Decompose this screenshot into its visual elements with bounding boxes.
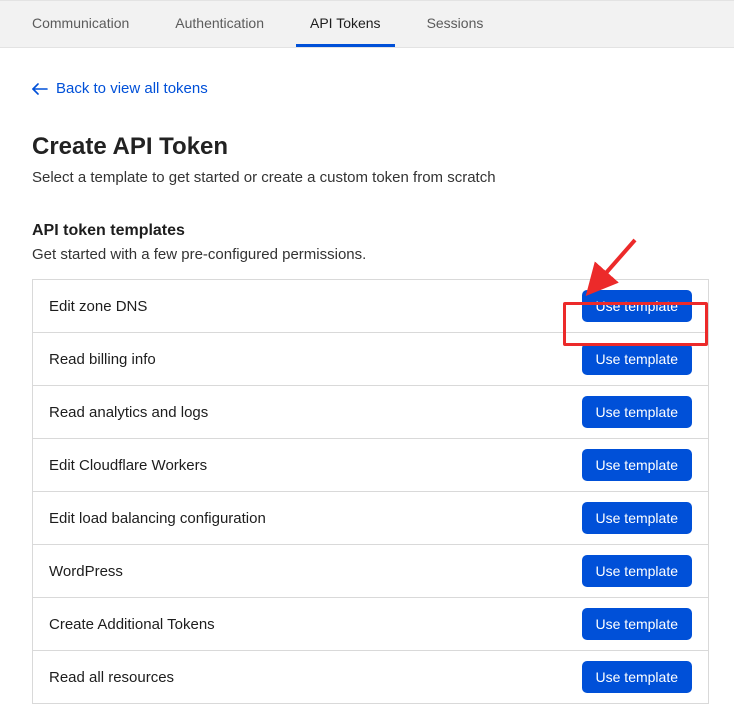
template-row: Read billing info Use template — [33, 333, 708, 386]
use-template-button[interactable]: Use template — [582, 661, 692, 693]
page-title: Create API Token — [32, 133, 702, 161]
template-name: Edit zone DNS — [49, 298, 147, 315]
template-row: Edit Cloudflare Workers Use template — [33, 439, 708, 492]
template-row: WordPress Use template — [33, 545, 708, 598]
use-template-button[interactable]: Use template — [582, 290, 692, 322]
tab-authentication[interactable]: Authentication — [161, 1, 278, 47]
use-template-button[interactable]: Use template — [582, 608, 692, 640]
template-row: Create Additional Tokens Use template — [33, 598, 708, 651]
use-template-button[interactable]: Use template — [582, 343, 692, 375]
templates-heading: API token templates — [32, 222, 702, 240]
template-row: Read all resources Use template — [33, 651, 708, 703]
use-template-button[interactable]: Use template — [582, 396, 692, 428]
template-name: Read billing info — [49, 351, 156, 368]
tab-communication[interactable]: Communication — [18, 1, 143, 47]
template-name: WordPress — [49, 563, 123, 580]
use-template-button[interactable]: Use template — [582, 555, 692, 587]
tab-api-tokens[interactable]: API Tokens — [296, 1, 395, 47]
template-row: Edit load balancing configuration Use tem… — [33, 492, 708, 545]
tab-bar: Communication Authentication API Tokens Ses… — [0, 0, 734, 48]
template-name: Read all resources — [49, 669, 174, 686]
template-row: Edit zone DNS Use template — [33, 280, 708, 333]
template-name: Create Additional Tokens — [49, 616, 215, 633]
main-content: Back to view all tokens Create API Token… — [0, 48, 734, 728]
page-subtitle: Select a template to get started or crea… — [32, 169, 702, 186]
template-list: Edit zone DNSUse templateRead billing in… — [32, 279, 709, 704]
use-template-button[interactable]: Use template — [582, 449, 692, 481]
back-link-text: Back to view all tokens — [56, 80, 208, 97]
back-to-tokens-link[interactable]: Back to view all tokens — [32, 80, 208, 97]
tab-sessions[interactable]: Sessions — [413, 1, 498, 47]
use-template-button[interactable]: Use template — [582, 502, 692, 534]
templates-subheading: Get started with a few pre-configured pe… — [32, 246, 702, 263]
template-name: Read analytics and logs — [49, 404, 208, 421]
template-name: Edit Cloudflare Workers — [49, 457, 207, 474]
arrow-left-icon — [32, 82, 48, 96]
template-name: Edit load balancing configuration — [49, 510, 266, 527]
template-row: Read analytics and logs Use template — [33, 386, 708, 439]
